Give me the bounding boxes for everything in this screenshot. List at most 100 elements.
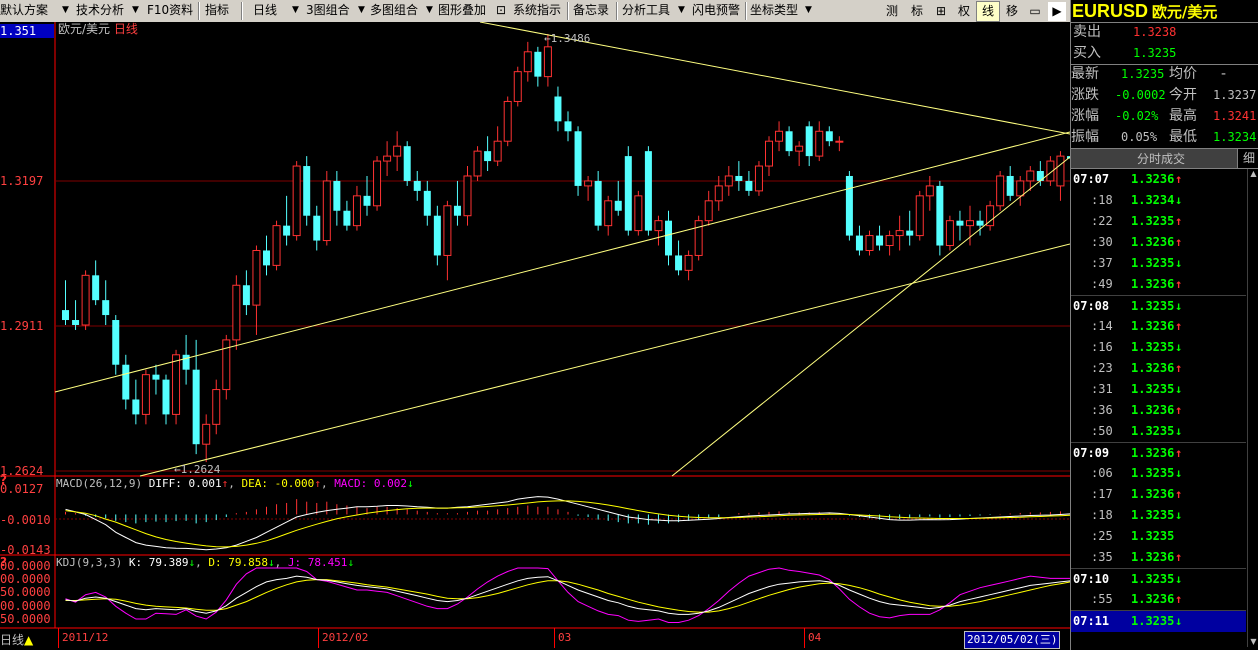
chevron-down-icon[interactable]: ▼ xyxy=(290,1,301,20)
toolbar-item-multichart[interactable]: 多图组合 xyxy=(370,1,420,20)
detail-tab[interactable]: 细 xyxy=(1237,149,1258,168)
tick-row[interactable]: :18 1.3234 ↓ xyxy=(1071,190,1246,211)
sell-row: 卖出 1.3238 xyxy=(1071,22,1258,43)
measure-button[interactable]: 测 xyxy=(880,1,904,22)
mark-button[interactable]: 标 xyxy=(905,1,929,22)
candle-body xyxy=(543,46,552,78)
candle-body xyxy=(604,200,613,227)
tick-row[interactable]: :55 1.3236 ↑ xyxy=(1071,589,1246,610)
toolbar-item-system-indicator[interactable]: 系统指示 xyxy=(513,1,565,20)
grid-icon[interactable]: ⊞ xyxy=(930,1,952,22)
toolbar-item-memo[interactable]: 备忘录 xyxy=(573,1,613,20)
tick-row[interactable]: :14 1.3236 ↑ xyxy=(1071,316,1246,337)
candle-body xyxy=(443,205,452,256)
candle-body xyxy=(855,235,863,251)
scroll-up-icon[interactable]: ▲ xyxy=(1248,169,1258,179)
tick-time: :06 xyxy=(1091,466,1113,480)
period-footer[interactable]: 日线▲ xyxy=(0,632,33,648)
chevron-down-icon[interactable]: ▼ xyxy=(60,1,71,20)
date-label: 2011/12 xyxy=(58,628,108,648)
tick-time: :35 xyxy=(1091,550,1113,564)
candle-body xyxy=(322,180,331,242)
tick-row[interactable]: :50 1.3235 ↓ xyxy=(1071,421,1246,442)
low-label: 最低 xyxy=(1169,129,1197,145)
candle-body xyxy=(141,374,150,415)
macd-header: MACD(26,12,9) DIFF: 0.001↑, DEA: -0.000↑… xyxy=(56,477,414,490)
date-label: 03 xyxy=(554,628,571,648)
candle-body xyxy=(423,190,431,216)
toolbar-item-coord-type[interactable]: 坐标类型 xyxy=(750,1,800,20)
cursor-date-label: 2012/05/02(三) xyxy=(964,631,1061,649)
toolbar-item-default-scheme[interactable]: 默认方案 xyxy=(0,1,52,20)
tick-row[interactable]: 07:11 1.3235 ↓ xyxy=(1071,610,1246,632)
scrollbar[interactable]: ▲ ▼ xyxy=(1247,169,1258,647)
move-button[interactable]: 移 xyxy=(1001,1,1023,22)
chevron-down-icon[interactable]: ▼ xyxy=(676,1,687,20)
macd-dea: DEA: -0.000 xyxy=(241,477,315,490)
tick-row[interactable]: :16 1.3235 ↓ xyxy=(1071,337,1246,358)
chevron-down-icon[interactable]: ▼ xyxy=(130,1,141,20)
tick-row[interactable]: :49 1.3236 ↑ xyxy=(1071,274,1246,295)
tick-row[interactable]: :23 1.3236 ↑ xyxy=(1071,358,1246,379)
toolbar-item-analysis-tools[interactable]: 分析工具 xyxy=(622,1,674,20)
ticks-tab[interactable]: 分时成交 xyxy=(1137,150,1185,167)
tick-row[interactable]: 07:08 1.3235 ↓ xyxy=(1071,295,1246,317)
tick-row[interactable]: :06 1.3235 ↓ xyxy=(1071,463,1246,484)
period-footer-label: 日线 xyxy=(0,633,25,647)
tick-price: 1.3236 xyxy=(1131,277,1175,291)
macd-value: MACD: 0.002 xyxy=(334,477,408,490)
arrow-down-icon: ↓ xyxy=(1175,299,1183,313)
tick-row[interactable]: 07:09 1.3236 ↑ xyxy=(1071,442,1246,464)
tick-row[interactable]: :18 1.3235 ↓ xyxy=(1071,505,1246,526)
tick-row[interactable]: 07:07 1.3236 ↑ xyxy=(1071,169,1246,190)
scroll-down-icon[interactable]: ▼ xyxy=(1248,637,1258,647)
pct-value: -0.02% xyxy=(1115,109,1159,123)
rights-button[interactable]: 权 xyxy=(953,1,975,22)
toolbar-item-overlay[interactable]: 图形叠加 xyxy=(438,1,490,20)
sell-price: 1.3238 xyxy=(1133,25,1177,39)
chevron-down-icon[interactable]: ▼ xyxy=(356,1,367,20)
candle-body xyxy=(945,220,954,247)
tick-price: 1.3235 xyxy=(1131,424,1175,438)
candle-body xyxy=(996,175,1005,207)
toolbar-item-flash-alert[interactable]: 闪电预警 xyxy=(692,1,742,20)
chevron-down-icon[interactable]: ▼ xyxy=(803,1,814,20)
tick-time: 07:07 xyxy=(1073,172,1110,186)
toolbar-item-tech-analysis[interactable]: 技术分析 xyxy=(76,1,130,20)
toolbar-item-f10[interactable]: F10资料 xyxy=(147,1,195,20)
chevron-down-icon[interactable]: ▼ xyxy=(424,1,435,20)
change-label: 涨跌 xyxy=(1071,87,1099,103)
lock-icon[interactable]: ⊡ xyxy=(494,1,508,20)
chart-area[interactable]: 欧元/美元 日线 1.351 1.3197 1.2911 1.2624 ←1.3… xyxy=(0,22,1070,650)
low-price: 1.3234 xyxy=(1213,130,1257,144)
candle-body xyxy=(383,155,392,162)
tick-time: 07:10 xyxy=(1073,572,1110,586)
toolbar-item-period[interactable]: 日线 xyxy=(253,1,283,20)
tick-row[interactable]: :25 1.3235 xyxy=(1071,526,1246,547)
tick-row[interactable]: :30 1.3236 ↑ xyxy=(1071,232,1246,253)
tick-row[interactable]: :37 1.3235 ↓ xyxy=(1071,253,1246,274)
arrow-down-icon: ↓ xyxy=(1175,256,1183,270)
toolbar-separator xyxy=(198,2,200,20)
toolbar-item-indicator[interactable]: 指标 xyxy=(205,1,235,20)
tick-row[interactable]: 07:10 1.3235 ↓ xyxy=(1071,568,1246,590)
line-button[interactable]: 线 xyxy=(976,1,1000,22)
tick-row[interactable]: :31 1.3235 ↓ xyxy=(1071,379,1246,400)
kdj-axis-label: 50.0000 xyxy=(0,612,51,626)
play-icon[interactable]: ▶ xyxy=(1047,1,1067,22)
arrow-down-icon: ↓ xyxy=(1175,424,1183,438)
tick-price: 1.3235 xyxy=(1131,466,1175,480)
candle-body xyxy=(584,180,593,187)
tick-row[interactable]: :36 1.3236 ↑ xyxy=(1071,400,1246,421)
arrow-down-icon: ↓ xyxy=(1175,614,1183,628)
arrow-up-icon: ↑ xyxy=(1175,592,1183,606)
candle-body xyxy=(876,235,884,246)
candle-body xyxy=(192,369,200,445)
tick-row[interactable]: :22 1.3235 ↑ xyxy=(1071,211,1246,232)
toolbar-item-3chart[interactable]: 3图组合 xyxy=(306,1,354,20)
window-icon[interactable]: ▭ xyxy=(1024,1,1046,22)
arrow-up-icon: ↑ xyxy=(1175,403,1183,417)
tick-row[interactable]: :17 1.3236 ↑ xyxy=(1071,484,1246,505)
triangle-up-icon: ▲ xyxy=(24,633,34,647)
tick-row[interactable]: :35 1.3236 ↑ xyxy=(1071,547,1246,568)
